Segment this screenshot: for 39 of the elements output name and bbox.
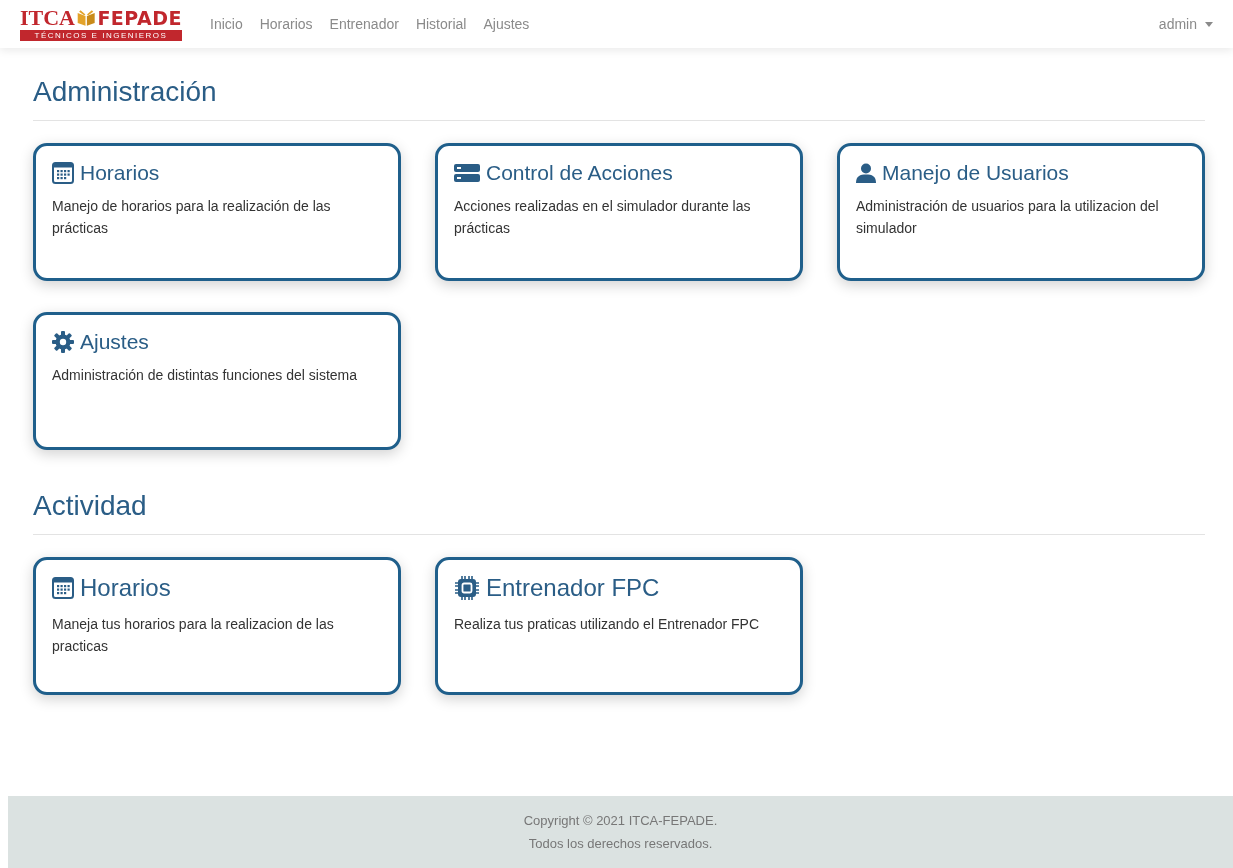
chip-icon [454,575,480,602]
card-description: Administración de distintas funciones del sistema [52,366,359,386]
user-menu[interactable]: admin [1158,16,1213,32]
card-title: Control de Acciones [486,160,673,186]
nav-link[interactable]: Horarios [259,16,313,32]
card[interactable]: Control de Acciones Acciones realizadas en el simulador durante las prácticas [435,143,803,281]
nav-link[interactable]: Inicio [210,16,243,32]
card-title: Entrenador FPC [486,574,660,603]
card-description: Manejo de horarios para la realización de las prácticas [52,197,332,239]
logo-text: ITCA [20,7,75,29]
card-description: Acciones realizadas en el simulador durante las prácticas [454,197,752,239]
server-icon [454,163,480,182]
card-title: Horarios [80,574,171,603]
logo-text: FEPADE [97,8,182,28]
card-title: Ajustes [80,329,149,355]
card-title: Manejo de Usuarios [882,160,1069,186]
card-description: Maneja tus horarios para la realizacion de las practicas [52,614,335,656]
section-title: Administración [33,76,217,107]
card[interactable]: Entrenador FPC Realiza tus praticas utilizando el Entrenador FPC [435,557,803,695]
card-description: Administración de usuarios para la utilizacion del simulador [856,197,1160,239]
section-title: Actividad [33,490,147,521]
card[interactable]: Ajustes Administración de distintas funciones del sistema [33,312,401,450]
card[interactable]: Horarios Manejo de horarios para la realización de las prácticas [33,143,401,281]
calendar-icon [52,161,74,184]
copyright-text: Todos los derechos reservados. [528,835,713,853]
nav-link[interactable]: Ajustes [483,16,530,32]
gear-icon [52,330,74,353]
card[interactable]: Horarios Maneja tus horarios para la realizacion de las practicas [33,557,401,695]
nav-link[interactable]: Entrenador [329,16,399,32]
calendar-icon [52,577,74,600]
card[interactable]: Manejo de Usuarios Administración de usuarios para la utilizacion del simulador [837,143,1205,281]
copyright-text: Copyright © 2021 ITCA-FEPADE. [523,812,718,830]
card-description: Realiza tus praticas utilizando el Entrenador FPC [454,614,761,634]
book-icon [77,7,96,29]
user-icon [856,162,876,183]
caret-icon [1205,21,1213,27]
card-title: Horarios [80,160,160,186]
nav-link[interactable]: Historial [415,16,467,32]
logo-tagline: TÉCNICOS E INGENIEROS [20,30,182,41]
